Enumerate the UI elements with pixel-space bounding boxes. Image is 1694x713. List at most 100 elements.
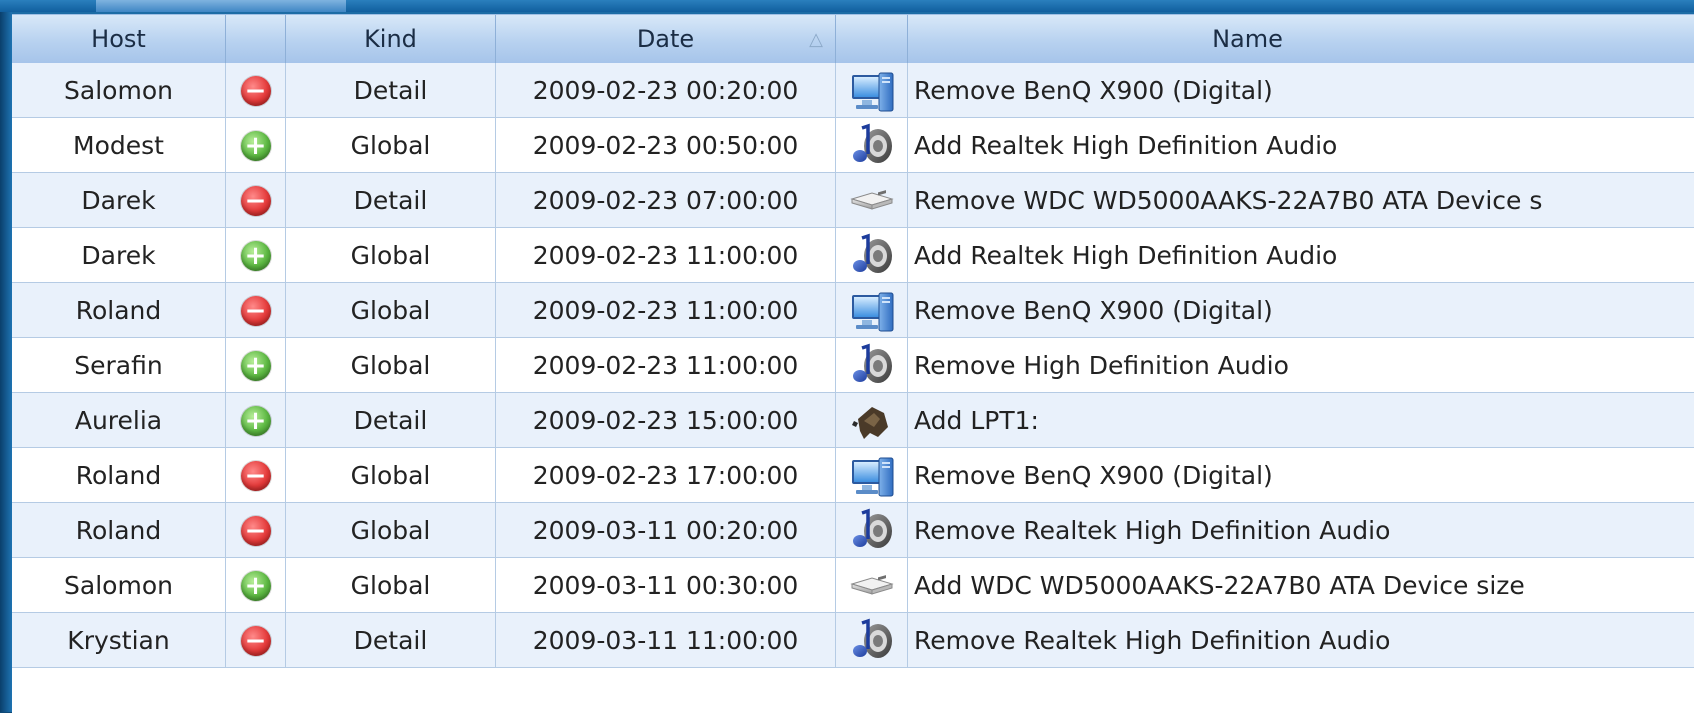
remove-icon: − (240, 75, 271, 106)
kind-cell: Global (286, 118, 496, 173)
column-header-name[interactable]: Name (908, 15, 1694, 63)
date-text: 2009-03-11 11:00:00 (532, 626, 799, 655)
device-icon-cell (836, 558, 908, 613)
host-cell: Salomon (12, 558, 226, 613)
status-cell: − (226, 63, 286, 118)
name-cell: Remove Realtek High Definition Audio (908, 613, 1694, 668)
date-text: 2009-02-23 17:00:00 (532, 461, 799, 490)
add-icon: + (240, 130, 271, 161)
device-icon-cell (836, 393, 908, 448)
host-text: Modest (73, 131, 164, 160)
column-header-status[interactable] (226, 15, 286, 63)
kind-text: Global (350, 296, 431, 325)
name-text: Add Realtek High Definition Audio (914, 241, 1338, 270)
host-cell: Salomon (12, 63, 226, 118)
kind-cell: Global (286, 503, 496, 558)
kind-cell: Detail (286, 613, 496, 668)
status-cell: − (226, 503, 286, 558)
monitor-icon (848, 67, 896, 115)
name-cell: Add WDC WD5000AAKS-22A7B0 ATA Device siz… (908, 558, 1694, 613)
host-cell: Darek (12, 228, 226, 283)
device-icon-cell (836, 228, 908, 283)
kind-cell: Detail (286, 173, 496, 228)
name-text: Remove Realtek High Definition Audio (914, 516, 1391, 545)
sort-ascending-icon: △ (809, 29, 823, 50)
name-text: Remove Realtek High Definition Audio (914, 626, 1391, 655)
host-cell: Modest (12, 118, 226, 173)
device-icon-cell (836, 118, 908, 173)
name-cell: Remove BenQ X900 (Digital) (908, 63, 1694, 118)
column-header-kind[interactable]: Kind (286, 15, 496, 63)
name-cell: Add LPT1: (908, 393, 1694, 448)
date-cell: 2009-03-11 00:30:00 (496, 558, 836, 613)
kind-cell: Global (286, 338, 496, 393)
date-cell: 2009-03-11 11:00:00 (496, 613, 836, 668)
table-row[interactable]: Modest + Global 2009-02-23 00:50:00 Add Real… (12, 118, 1694, 173)
remove-icon: − (240, 185, 271, 216)
column-header-icon[interactable] (836, 15, 908, 63)
audio-icon (848, 507, 896, 555)
audio-icon (848, 232, 896, 280)
table-row[interactable]: Roland − Global 2009-02-23 17:00:00 Remove B… (12, 448, 1694, 503)
host-cell: Roland (12, 283, 226, 338)
device-icon-cell (836, 613, 908, 668)
status-cell: − (226, 173, 286, 228)
add-icon: + (240, 350, 271, 381)
kind-cell: Global (286, 558, 496, 613)
hard-disk-icon (848, 177, 896, 225)
table-row[interactable]: Salomon + Global 2009-03-11 00:30:00 Add WDC… (12, 558, 1694, 613)
name-cell: Remove Realtek High Definition Audio (908, 503, 1694, 558)
column-header-date[interactable]: Date △ (496, 15, 836, 63)
date-cell: 2009-02-23 00:50:00 (496, 118, 836, 173)
device-icon-cell (836, 63, 908, 118)
kind-text: Global (350, 571, 431, 600)
host-text: Aurelia (74, 406, 163, 435)
table-row[interactable]: Salomon − Detail 2009-02-23 00:20:00 Remove … (12, 63, 1694, 118)
table-row[interactable]: Darek + Global 2009-02-23 11:00:00 Add Realt… (12, 228, 1694, 283)
date-text: 2009-02-23 00:50:00 (532, 131, 799, 160)
host-text: Roland (75, 516, 162, 545)
status-cell: + (226, 228, 286, 283)
device-icon-cell (836, 283, 908, 338)
table-row[interactable]: Darek − Detail 2009-02-23 07:00:00 Remove WD… (12, 173, 1694, 228)
date-text: 2009-02-23 00:20:00 (532, 76, 799, 105)
hard-disk-icon (848, 562, 896, 610)
date-cell: 2009-02-23 11:00:00 (496, 283, 836, 338)
add-icon: + (240, 405, 271, 436)
column-header-host[interactable]: Host (12, 15, 226, 63)
table-row[interactable]: Aurelia + Detail 2009-02-23 15:00:00 Add LPT… (12, 393, 1694, 448)
column-header-name-label: Name (1212, 25, 1283, 53)
name-text: Remove BenQ X900 (Digital) (914, 296, 1273, 325)
grid-header: Host Kind Date △ Name (12, 15, 1694, 64)
add-icon: + (240, 570, 271, 601)
table-row[interactable]: Krystian − Detail 2009-03-11 11:00:00 Remove… (12, 613, 1694, 668)
host-cell: Aurelia (12, 393, 226, 448)
date-text: 2009-02-23 11:00:00 (532, 296, 799, 325)
date-cell: 2009-02-23 11:00:00 (496, 228, 836, 283)
name-text: Remove High Definition Audio (914, 351, 1289, 380)
table-row[interactable]: Serafin + Global 2009-02-23 11:00:00 Remove … (12, 338, 1694, 393)
column-header-host-label: Host (91, 25, 146, 53)
monitor-icon (848, 287, 896, 335)
date-text: 2009-02-23 07:00:00 (532, 186, 799, 215)
name-text: Add WDC WD5000AAKS-22A7B0 ATA Device siz… (914, 571, 1525, 600)
table-row[interactable]: Roland − Global 2009-02-23 11:00:00 Remove B… (12, 283, 1694, 338)
kind-cell: Global (286, 283, 496, 338)
name-text: Remove BenQ X900 (Digital) (914, 461, 1273, 490)
remove-icon: − (240, 295, 271, 326)
status-cell: − (226, 448, 286, 503)
host-cell: Krystian (12, 613, 226, 668)
status-cell: + (226, 118, 286, 173)
kind-text: Global (350, 351, 431, 380)
table-row[interactable]: Roland − Global 2009-03-11 00:20:00 Remove R… (12, 503, 1694, 558)
date-cell: 2009-02-23 17:00:00 (496, 448, 836, 503)
host-text: Roland (75, 461, 162, 490)
name-text: Add LPT1: (914, 406, 1039, 435)
kind-cell: Global (286, 448, 496, 503)
status-cell: + (226, 338, 286, 393)
device-events-grid: Host Kind Date △ Name Salomon − Detail 2009… (12, 14, 1694, 713)
column-header-date-label: Date (636, 25, 695, 53)
window-left-border (0, 12, 12, 712)
name-text: Remove WDC WD5000AAKS-22A7B0 ATA Device … (914, 186, 1543, 215)
device-icon-cell (836, 173, 908, 228)
